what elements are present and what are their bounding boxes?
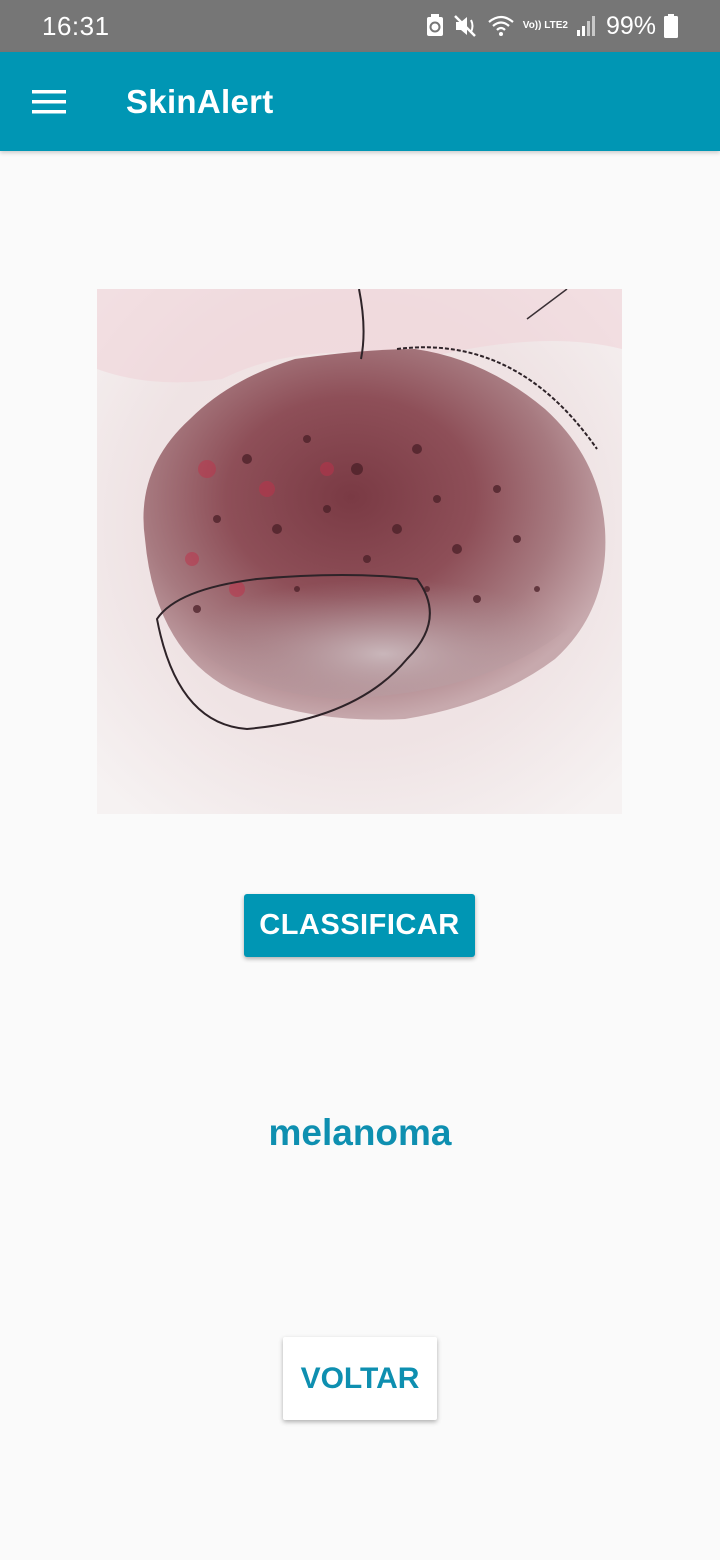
recycle-icon <box>425 14 445 38</box>
signal-icon <box>576 15 596 37</box>
battery-percent: 99% <box>605 11 656 40</box>
classification-result: melanoma <box>268 1112 452 1153</box>
mute-vibrate-icon <box>453 14 479 38</box>
status-bar: 16:31 Vo)) LTE2 99% <box>0 0 720 52</box>
wifi-icon <box>487 14 515 38</box>
classify-button[interactable]: CLASSIFICAR <box>244 894 475 957</box>
back-button[interactable]: VOLTAR <box>283 1337 437 1420</box>
volte-icon: Vo)) LTE2 <box>522 20 568 31</box>
app-bar: SkinAlert <box>0 52 720 151</box>
hamburger-menu-icon <box>32 89 66 113</box>
status-time: 16:31 <box>42 10 110 41</box>
hamburger-menu-button[interactable] <box>0 52 98 151</box>
status-icons: Vo)) LTE2 99% <box>425 12 678 41</box>
battery-icon <box>664 14 678 38</box>
app-title: SkinAlert <box>126 82 274 120</box>
lesion-image <box>97 289 622 814</box>
